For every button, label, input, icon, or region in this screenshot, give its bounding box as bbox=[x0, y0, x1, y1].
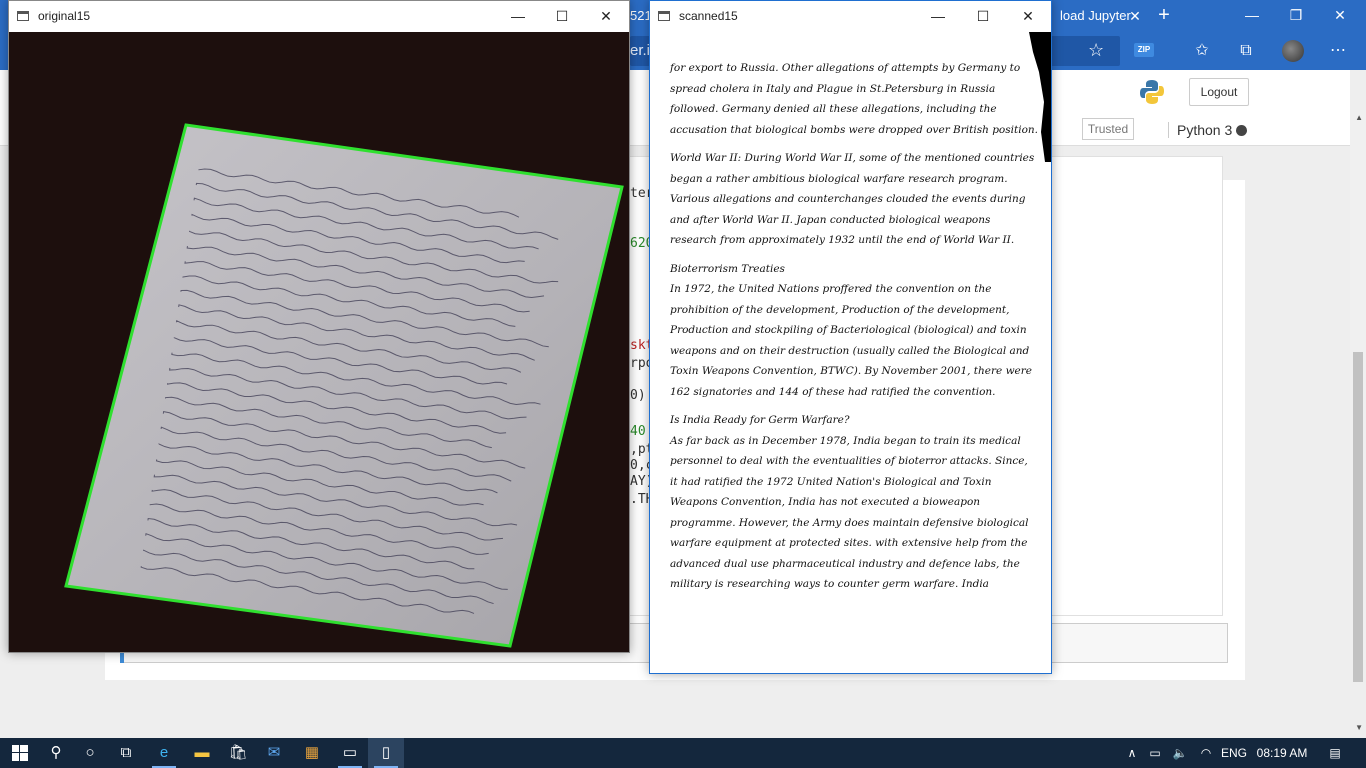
close-button[interactable]: ✕ bbox=[583, 1, 629, 32]
store-icon[interactable]: 🛍 bbox=[220, 738, 256, 768]
window-app-icon bbox=[658, 11, 670, 21]
zip-extension-icon[interactable]: ZIP bbox=[1134, 43, 1154, 57]
window-app-icon bbox=[17, 11, 29, 21]
tray-chevron-icon[interactable]: ∧ bbox=[1124, 738, 1140, 768]
language-indicator[interactable]: ENG bbox=[1220, 738, 1248, 768]
scrollbar-thumb[interactable] bbox=[1353, 352, 1363, 682]
window-title: scanned15 bbox=[679, 9, 738, 23]
browser-restore-button[interactable]: ❐ bbox=[1274, 0, 1318, 32]
clock[interactable]: 08:19 AM bbox=[1254, 738, 1310, 768]
kernel-name: Python 3 bbox=[1168, 122, 1232, 138]
kernel-status-icon bbox=[1236, 125, 1247, 136]
minimize-button[interactable]: — bbox=[495, 1, 541, 32]
file-explorer-icon[interactable]: ▬ bbox=[184, 738, 220, 768]
profile-avatar[interactable] bbox=[1282, 40, 1304, 62]
mail-icon[interactable]: ✉ bbox=[256, 738, 292, 768]
trusted-badge[interactable]: Trusted bbox=[1082, 118, 1134, 140]
paragraph: for export to Russia. Other allegations … bbox=[670, 62, 1038, 136]
maximize-button[interactable]: ☐ bbox=[539, 1, 585, 32]
favorites-icon[interactable]: ✩ bbox=[1192, 41, 1212, 61]
new-tab-button[interactable]: + bbox=[1152, 0, 1176, 32]
original-image-canvas bbox=[9, 32, 629, 652]
cortana-icon[interactable]: ○ bbox=[72, 738, 108, 768]
code-fragment: 40 bbox=[630, 424, 646, 439]
paper-sheet bbox=[64, 123, 624, 648]
app-grid-icon[interactable]: ▦ bbox=[294, 738, 330, 768]
address-text[interactable]: er.i bbox=[630, 42, 650, 59]
document-viewer-icon[interactable]: ▯ bbox=[368, 738, 404, 768]
maximize-button[interactable]: ☐ bbox=[960, 1, 1006, 32]
terminal-icon[interactable]: ▭ bbox=[332, 738, 368, 768]
collections-icon[interactable]: ⧉ bbox=[1236, 41, 1256, 61]
wifi-icon[interactable]: ◠ bbox=[1196, 738, 1216, 768]
window-title: original15 bbox=[38, 9, 91, 23]
scroll-down-icon[interactable]: ▼ bbox=[1355, 723, 1363, 732]
window-titlebar[interactable]: scanned15 — ☐ ✕ bbox=[650, 1, 1051, 32]
paragraph: World War II: During World War II, some … bbox=[670, 152, 1035, 246]
task-view-icon[interactable]: ⧉ bbox=[108, 738, 144, 768]
windows-logo-icon bbox=[12, 745, 28, 761]
close-button[interactable]: ✕ bbox=[1005, 1, 1051, 32]
scroll-up-icon[interactable]: ▲ bbox=[1355, 113, 1363, 122]
notifications-icon[interactable]: ▤ bbox=[1320, 738, 1350, 768]
document-photo bbox=[64, 123, 624, 648]
minimize-button[interactable]: — bbox=[915, 1, 961, 32]
paragraph: Bioterrorism Treaties In 1972, the Unite… bbox=[670, 262, 1032, 398]
favorite-star-icon[interactable]: ☆ bbox=[1088, 40, 1104, 61]
battery-icon[interactable]: ▭ bbox=[1146, 738, 1164, 768]
scanned-image-window[interactable]: scanned15 — ☐ ✕ for export to Russia. Ot… bbox=[649, 0, 1052, 674]
search-icon[interactable]: ⚲ bbox=[38, 738, 74, 768]
windows-taskbar: ⚲ ○ ⧉ e ▬ 🛍 ✉ ▦ ▭ ▯ ∧ ▭ 🔈 ◠ ENG 08:19 AM… bbox=[0, 738, 1366, 768]
start-button[interactable] bbox=[2, 738, 38, 768]
window-titlebar[interactable]: original15 — ☐ ✕ bbox=[9, 1, 629, 32]
more-options-icon[interactable]: ⋯ bbox=[1328, 41, 1348, 61]
tab-close-icon[interactable]: ✕ bbox=[1124, 0, 1146, 32]
logout-button[interactable]: Logout bbox=[1189, 78, 1249, 106]
edge-icon[interactable]: e bbox=[146, 738, 182, 768]
scanned-document-text: for export to Russia. Other allegations … bbox=[670, 58, 1038, 603]
code-fragment: 0) bbox=[630, 388, 646, 403]
original-image-window[interactable]: original15 — ☐ ✕ bbox=[8, 0, 630, 653]
volume-icon[interactable]: 🔈 bbox=[1170, 738, 1190, 768]
browser-close-button[interactable]: ✕ bbox=[1318, 0, 1362, 32]
scanned-image-canvas: for export to Russia. Other allegations … bbox=[650, 32, 1051, 673]
python-logo-icon bbox=[1140, 80, 1164, 104]
paragraph: Is India Ready for Germ Warfare? As far … bbox=[670, 414, 1029, 590]
browser-minimize-button[interactable]: — bbox=[1230, 0, 1274, 32]
